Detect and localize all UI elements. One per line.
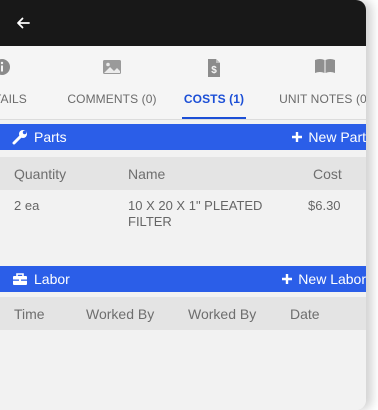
- back-arrow-icon: [17, 17, 30, 29]
- new-part-button[interactable]: New Part: [291, 124, 366, 150]
- new-labor-label: New Labor: [298, 271, 366, 287]
- dollar-document-icon: $: [208, 59, 220, 77]
- toolbox-icon: [13, 273, 27, 285]
- image-icon: [103, 60, 121, 74]
- plus-icon: [292, 132, 303, 142]
- parts-title-label: Parts: [34, 129, 67, 145]
- tab-comments[interactable]: COMMENTS (0): [60, 46, 164, 119]
- labor-col-worked-by: Worked By: [86, 306, 155, 322]
- plus-icon: [282, 274, 293, 284]
- tab-unit-notes[interactable]: UNIT NOTES (0): [270, 46, 366, 119]
- phone-screen: DETAILS COMMENTS (0) $ COSTS (1) UNI: [0, 0, 366, 410]
- info-icon: [0, 59, 10, 75]
- tab-details-label: DETAILS: [0, 92, 27, 106]
- labor-empty-area: [0, 330, 366, 410]
- tab-costs[interactable]: $ COSTS (1): [176, 46, 252, 119]
- new-labor-button[interactable]: New Labor: [281, 266, 366, 292]
- wrench-icon: [12, 130, 27, 145]
- parts-col-quantity: Quantity: [14, 166, 67, 182]
- labor-col-date: Date: [290, 306, 320, 322]
- parts-column-headers: Quantity Name Cost: [0, 157, 366, 190]
- tab-costs-label: COSTS (1): [183, 92, 245, 106]
- new-part-label: New Part: [308, 129, 366, 145]
- parts-header: Parts New Part: [0, 124, 366, 150]
- part-quantity: 2 ea: [14, 198, 40, 213]
- svg-text:$: $: [211, 65, 217, 76]
- parts-col-cost: Cost: [313, 166, 342, 182]
- book-icon: [315, 59, 335, 73]
- parts-title: Parts: [12, 124, 67, 150]
- tab-bar: DETAILS COMMENTS (0) $ COSTS (1) UNI: [0, 46, 366, 120]
- parts-row[interactable]: 2 ea 10 X 20 X 1" PLEATED FILTER $6.30: [0, 190, 366, 246]
- labor-column-headers: Time Worked By Worked By Date: [0, 297, 366, 330]
- section-spacer: [0, 246, 366, 259]
- part-name-line2: FILTER: [128, 214, 172, 229]
- labor-col-worked-by-2: Worked By: [188, 306, 257, 322]
- labor-title-label: Labor: [34, 271, 70, 287]
- part-cost: $6.30: [308, 198, 341, 213]
- app-bar: [0, 0, 366, 46]
- labor-title: Labor: [12, 266, 70, 292]
- tab-comments-label: COMMENTS (0): [67, 92, 157, 106]
- labor-col-time: Time: [14, 306, 45, 322]
- tab-details[interactable]: DETAILS: [0, 46, 48, 119]
- part-name-line1: 10 X 20 X 1" PLEATED: [128, 198, 263, 213]
- parts-col-name: Name: [128, 166, 166, 182]
- tab-unit-notes-label: UNIT NOTES (0): [279, 92, 366, 106]
- back-button[interactable]: [10, 10, 36, 36]
- labor-header: Labor New Labor: [0, 266, 366, 292]
